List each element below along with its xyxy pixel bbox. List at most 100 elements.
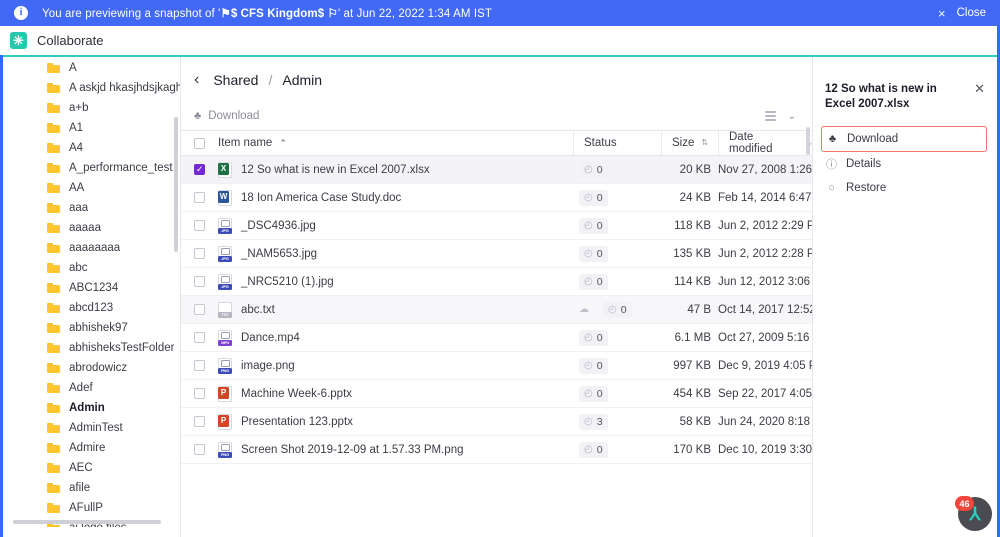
table-row[interactable]: W 18 Ion America Case Study.doc ◴ 0 24 KB Feb… — [181, 184, 832, 212]
sidebar-item-aaaaaaaa[interactable]: › aaaaaaaa — [3, 238, 180, 258]
version-status-pill[interactable]: ◴ 0 — [579, 441, 608, 458]
breadcrumb-item-shared[interactable]: Shared — [213, 72, 258, 88]
folder-tree-sidebar[interactable]: › A › A askjd hkasjhdsjkaghs › a+b › A1 › A4 A_per… — [3, 57, 180, 527]
sidebar-item-a-performance-test[interactable]: A_performance_test — [3, 158, 180, 178]
sidebar-item-aaaaa[interactable]: › aaaaa — [3, 218, 180, 238]
row-checkbox[interactable] — [194, 360, 205, 371]
table-row[interactable]: JPG _NRC5210 (1).jpg ◴ 0 114 KB Jun 12, 2012 … — [181, 268, 831, 296]
file-name[interactable]: Presentation 123.pptx — [241, 416, 353, 428]
table-row[interactable]: JPG _DSC4936.jpg ◴ 0 118 KB Jun 2, 2012 2:29 … — [181, 212, 824, 240]
folder-icon — [47, 223, 60, 233]
row-checkbox[interactable] — [194, 276, 205, 287]
sidebar-item-aec[interactable]: › AEC — [3, 458, 180, 478]
table-row[interactable]: MP4 Dance.mp4 ◴ 0 6.1 MB Oct 27, 2009 5:16 PM — [181, 324, 830, 352]
version-status-pill[interactable]: ◴ 0 — [603, 301, 632, 318]
sidebar-item-admin[interactable]: Admin — [3, 398, 180, 418]
version-status-pill[interactable]: ◴ 3 — [579, 413, 608, 430]
file-type-icon-jpg: JPG — [218, 245, 232, 262]
row-checkbox[interactable] — [194, 444, 205, 455]
sidebar-item-label: abc — [69, 262, 88, 274]
sidebar-item-abhishek97[interactable]: › abhishek97 — [3, 318, 180, 338]
file-name[interactable]: _NRC5210 (1).jpg — [241, 276, 334, 288]
table-row[interactable]: PNG Screen Shot 2019-12-09 at 1.57.33 PM.… — [181, 436, 832, 464]
table-row[interactable]: X 12 So what is new in Excel 2007.xlsx ◴0 2… — [181, 156, 832, 184]
file-name[interactable]: 12 So what is new in Excel 2007.xlsx — [241, 164, 430, 176]
version-status-pill[interactable]: ◴ 0 — [579, 329, 608, 346]
version-status-pill[interactable]: ◴ 0 — [579, 273, 608, 290]
row-checkbox[interactable] — [194, 388, 205, 399]
table-row[interactable]: TXT abc.txt ☁ ◴ 0 47 B Oct 14, 2017 12:52 PM — [181, 296, 836, 324]
select-all-checkbox[interactable] — [194, 137, 205, 149]
sort-ascending-icon[interactable]: ⌃ — [279, 138, 287, 148]
row-checkbox[interactable] — [194, 248, 205, 259]
sidebar-item-abhishekstestfolder[interactable]: abhisheksTestFolder — [3, 338, 180, 358]
row-checkbox[interactable] — [194, 332, 205, 343]
row-checkbox[interactable] — [194, 164, 205, 175]
details-action-details[interactable]: ⓘ Details — [813, 152, 997, 176]
sidebar-item-a-askjd-hkasjhdsjkaghs[interactable]: › A askjd hkasjhdsjkaghs — [3, 78, 180, 98]
back-button[interactable]: ‹ — [194, 71, 199, 89]
version-status-pill[interactable]: ◴ 0 — [579, 385, 608, 402]
row-checkbox[interactable] — [194, 304, 205, 315]
cloud-sync-icon[interactable]: ☁ — [579, 304, 589, 315]
version-status-pill[interactable]: ◴ 0 — [579, 189, 608, 206]
file-name[interactable]: image.png — [241, 360, 295, 372]
sidebar-item-abrodowicz[interactable]: › abrodowicz — [3, 358, 180, 378]
sidebar-item-admire[interactable]: › Admire — [3, 438, 180, 458]
file-name[interactable]: _DSC4936.jpg — [241, 220, 316, 232]
table-row[interactable]: JPG _NAM5653.jpg ◴ 0 135 KB Jun 2, 2012 2:28 … — [181, 240, 824, 268]
sidebar-item-abc[interactable]: › abc — [3, 258, 180, 278]
chevron-down-icon[interactable]: ⌄ — [788, 111, 796, 122]
file-name[interactable]: abc.txt — [241, 304, 275, 316]
sidebar-item-a[interactable]: › A — [3, 58, 180, 78]
folder-icon — [47, 383, 60, 393]
column-header-name[interactable]: Item name ⌃ — [181, 131, 573, 155]
sidebar-horizontal-scrollbar[interactable] — [13, 520, 161, 524]
details-action-download[interactable]: ♣ Download — [821, 126, 987, 152]
details-close-icon[interactable]: ✕ — [974, 82, 985, 112]
details-action-restore[interactable]: ○ Restore — [813, 176, 997, 200]
sort-icon[interactable]: ⇅ — [701, 139, 708, 147]
sidebar-item-abcd123[interactable]: › abcd123 — [3, 298, 180, 318]
file-name[interactable]: _NAM5653.jpg — [241, 248, 317, 260]
version-status-pill[interactable]: ◴ 0 — [579, 161, 608, 178]
clock-icon: ◴ — [584, 275, 593, 287]
close-icon[interactable]: × — [938, 7, 946, 20]
sidebar-item-label: a+b — [69, 102, 89, 114]
column-header-size[interactable]: Size ⇅ — [661, 131, 718, 155]
version-status-pill[interactable]: ◴ 0 — [579, 357, 608, 374]
version-status-pill[interactable]: ◴ 0 — [579, 217, 608, 234]
table-row[interactable]: P Presentation 123.pptx ◴ 3 58 KB Jun 24, 202… — [181, 408, 831, 436]
sidebar-item-a4[interactable]: › A4 — [3, 138, 180, 158]
sidebar-item-afile[interactable]: afile — [3, 478, 180, 498]
sidebar-item-label: Admin — [69, 402, 105, 414]
file-name[interactable]: Dance.mp4 — [241, 332, 300, 344]
sidebar-item-aaa[interactable]: › aaa — [3, 198, 180, 218]
sidebar-item-afullp[interactable]: › AFullP — [3, 498, 180, 518]
sidebar-item-aa[interactable]: › AA — [3, 178, 180, 198]
table-row[interactable]: PNG image.png ◴ 0 997 KB Dec 9, 2019 4:05 PM — [181, 352, 826, 380]
file-name[interactable]: Screen Shot 2019-12-09 at 1.57.33 PM.png — [241, 444, 464, 456]
version-status-pill[interactable]: ◴ 0 — [579, 245, 608, 262]
row-checkbox[interactable] — [194, 220, 205, 231]
sidebar-item-admintest[interactable]: › AdminTest — [3, 418, 180, 438]
list-view-icon[interactable] — [764, 111, 776, 121]
main-vertical-scrollbar[interactable] — [806, 127, 810, 155]
close-button[interactable]: Close — [957, 7, 986, 19]
sidebar-item-adef[interactable]: Adef — [3, 378, 180, 398]
column-header-date[interactable]: Date modified ⇅ — [718, 131, 812, 155]
row-checkbox[interactable] — [194, 416, 205, 427]
file-name[interactable]: 18 Ion America Case Study.doc — [241, 192, 401, 204]
file-name[interactable]: Machine Week-6.pptx — [241, 388, 352, 400]
sidebar-item-a1[interactable]: › A1 — [3, 118, 180, 138]
sidebar-item-a-b[interactable]: › a+b — [3, 98, 180, 118]
breadcrumb-item-admin[interactable]: Admin — [282, 72, 322, 88]
row-checkbox[interactable] — [194, 192, 205, 203]
sidebar-item-abc1234[interactable]: ABC1234 — [3, 278, 180, 298]
download-button[interactable]: Download — [208, 110, 259, 122]
table-row[interactable]: P Machine Week-6.pptx ◴ 0 454 KB Sep 22, 2017… — [181, 380, 832, 408]
banner-close-group[interactable]: × Close — [938, 7, 986, 20]
sidebar-vertical-scrollbar[interactable] — [174, 117, 178, 252]
file-badge: X — [218, 162, 229, 175]
column-header-status[interactable]: Status — [573, 131, 661, 155]
